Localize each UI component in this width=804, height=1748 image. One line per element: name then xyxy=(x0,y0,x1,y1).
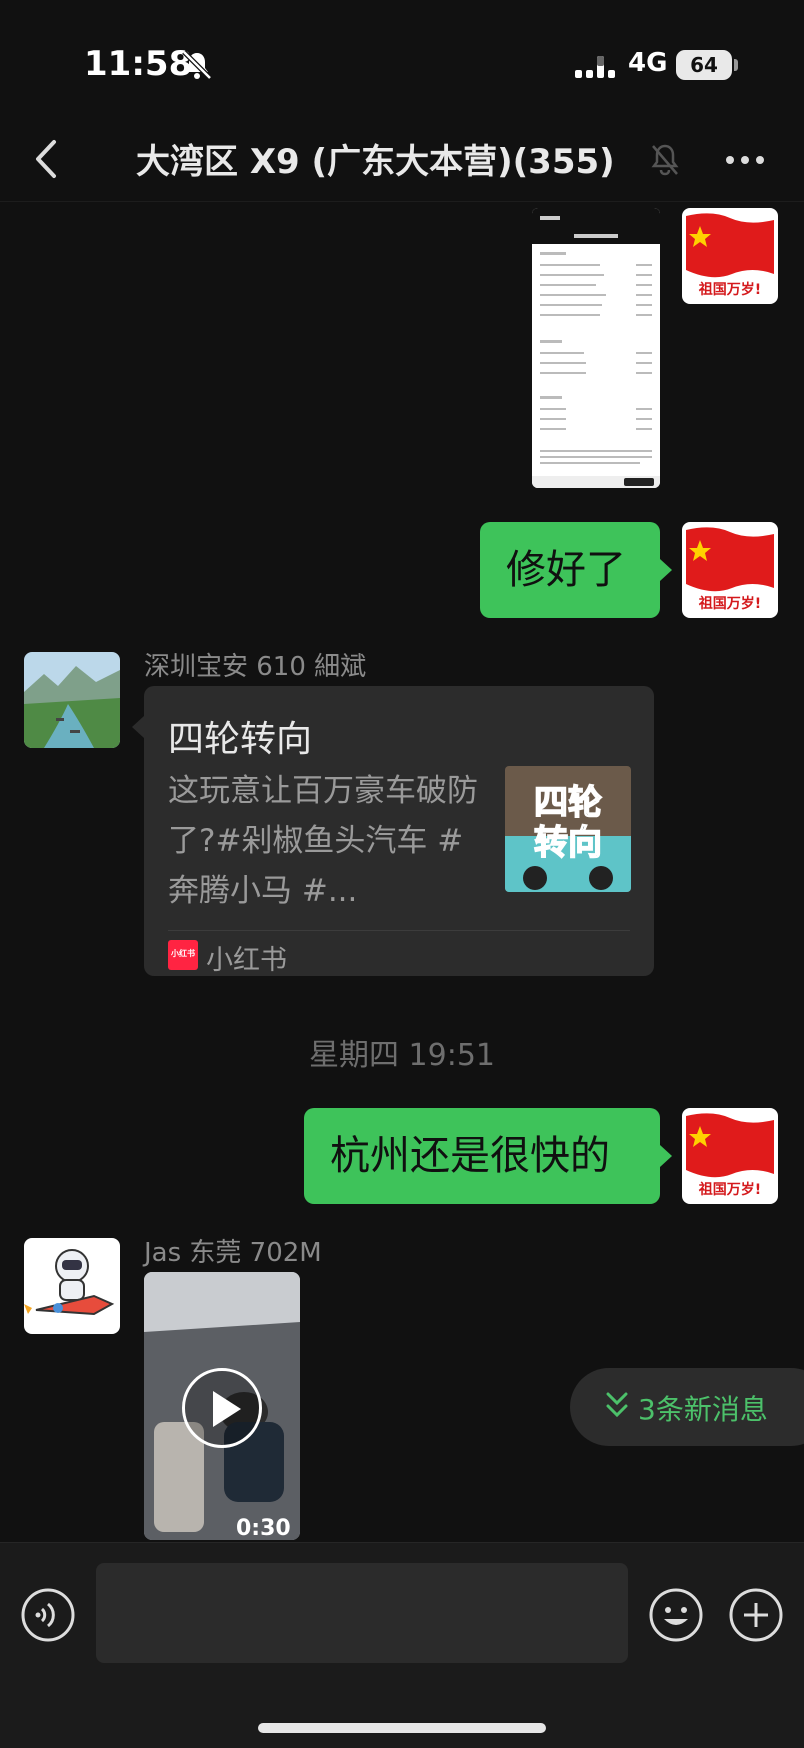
status-bar: 11:58 4G 64 xyxy=(0,0,804,120)
chat-title[interactable]: 大湾区 X9 (广东大本营)(355) xyxy=(136,134,615,183)
bubble-tail xyxy=(660,559,672,581)
xiaohongshu-icon-text: 小红书 xyxy=(171,949,195,958)
battery-level: 64 xyxy=(676,50,732,80)
bell-off-icon xyxy=(182,50,212,80)
flag-caption: 祖国万岁! xyxy=(698,595,761,612)
more-dots-icon[interactable] xyxy=(722,140,768,180)
home-indicator xyxy=(258,1723,546,1733)
screenshot-image xyxy=(532,208,660,488)
flag-caption: 祖国万岁! xyxy=(698,281,761,298)
battery-tip xyxy=(734,59,738,71)
voice-icon[interactable] xyxy=(20,1587,76,1643)
message-input[interactable] xyxy=(96,1563,628,1663)
mute-bell-icon xyxy=(651,144,679,176)
card-source: 小红书 xyxy=(206,945,287,976)
chat-header: 大湾区 X9 (广东大本营)(355) xyxy=(0,120,804,202)
video-message[interactable]: 0:30 xyxy=(144,1272,300,1540)
thumb-text-2: 转向 xyxy=(534,823,602,863)
avatar-sender[interactable] xyxy=(24,1238,120,1334)
new-messages-button[interactable]: 3条新消息 xyxy=(570,1368,804,1446)
image-message[interactable] xyxy=(532,208,660,488)
card-description: 这玩意让百万豪车破防了?#剁椒鱼头汽车 #奔腾小马 #... xyxy=(168,773,478,909)
card-tail xyxy=(132,716,144,738)
thumb-text-1: 四轮 xyxy=(534,783,602,823)
card-title: 四轮转向 xyxy=(168,719,313,760)
avatar-sender[interactable] xyxy=(24,652,120,748)
video-duration: 0:30 xyxy=(236,1516,291,1540)
sender-name: Jas 东莞 702M xyxy=(144,1238,322,1268)
flag-caption: 祖国万岁! xyxy=(698,1181,761,1198)
double-chevron-down-icon xyxy=(606,1392,628,1418)
emoji-icon[interactable] xyxy=(648,1587,704,1643)
new-messages-label: 3条新消息 xyxy=(638,1393,768,1426)
avatar-self[interactable]: 祖国万岁! xyxy=(682,1108,778,1204)
time-divider: 星期四 19:51 xyxy=(309,1038,495,1073)
card-thumbnail: 四轮 转向 xyxy=(505,766,631,892)
card-divider xyxy=(168,930,630,931)
xiaohongshu-icon: 小红书 xyxy=(168,940,198,970)
play-icon[interactable] xyxy=(182,1368,262,1448)
avatar-self[interactable]: 祖国万岁! xyxy=(682,522,778,618)
outgoing-message-bubble[interactable]: 杭州还是很快的 xyxy=(304,1108,660,1204)
input-bar xyxy=(0,1542,804,1748)
plus-icon[interactable] xyxy=(728,1587,784,1643)
outgoing-message-bubble[interactable]: 修好了 xyxy=(480,522,660,618)
play-triangle xyxy=(213,1391,241,1427)
status-time: 11:58 xyxy=(84,44,193,84)
avatar-self[interactable]: 祖国万岁! xyxy=(682,208,778,304)
signal-icon xyxy=(575,56,615,78)
sender-name: 深圳宝安 610 細斌 xyxy=(144,652,367,682)
link-card[interactable]: 四轮转向 这玩意让百万豪车破防了?#剁椒鱼头汽车 #奔腾小马 #... 四轮 转… xyxy=(144,686,654,976)
back-chevron-icon[interactable] xyxy=(28,134,68,184)
network-type: 4G xyxy=(628,48,668,78)
bubble-tail xyxy=(660,1145,672,1167)
